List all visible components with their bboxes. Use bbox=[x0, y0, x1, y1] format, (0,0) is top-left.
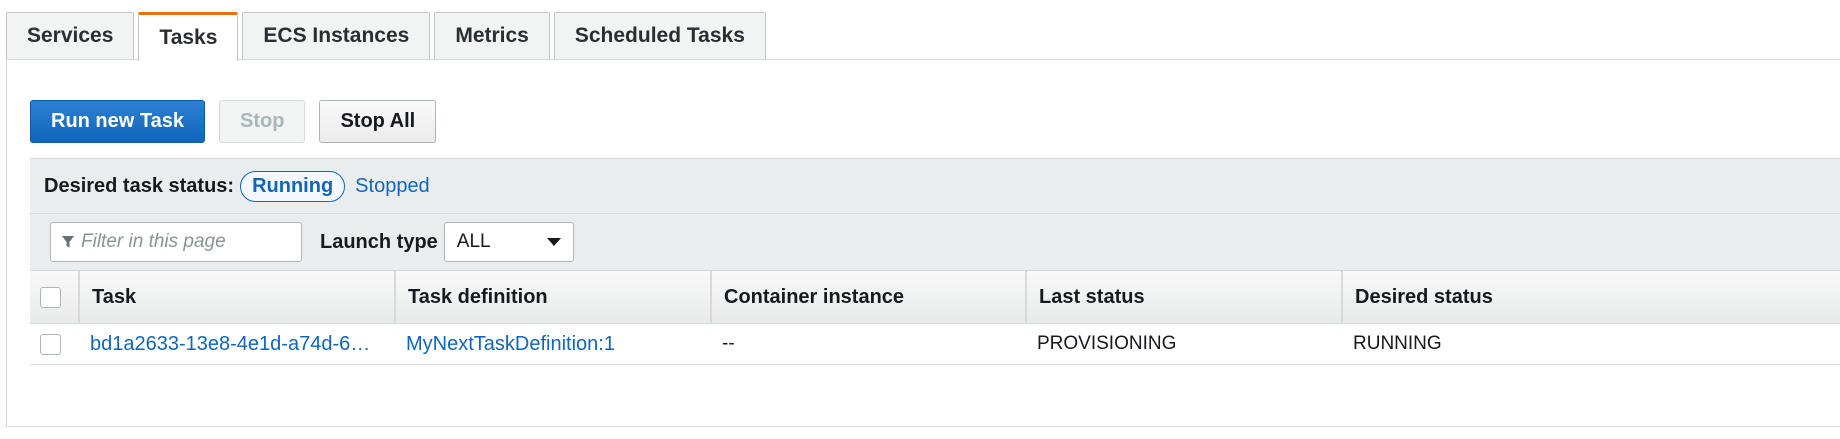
column-header-task[interactable]: Task bbox=[80, 271, 396, 323]
table-row: bd1a2633-13e8-4e1d-a74d-694659… MyNextTa… bbox=[30, 324, 1840, 365]
filter-placeholder: Filter in this page bbox=[81, 231, 226, 252]
tab-ecs-instances[interactable]: ECS Instances bbox=[242, 12, 431, 59]
task-cell: bd1a2633-13e8-4e1d-a74d-694659… bbox=[80, 324, 396, 364]
last-status-cell: PROVISIONING bbox=[1037, 333, 1177, 354]
row-select-cell bbox=[30, 324, 80, 364]
column-header-container-instance[interactable]: Container instance bbox=[712, 271, 1027, 323]
launch-type-label: Launch type bbox=[320, 230, 438, 253]
column-header-last-status[interactable]: Last status bbox=[1027, 271, 1343, 323]
row-checkbox[interactable] bbox=[40, 333, 61, 355]
toolbar: Run new Task Stop Stop All bbox=[30, 100, 450, 143]
task-definition-link[interactable]: MyNextTaskDefinition:1 bbox=[406, 333, 615, 356]
tab-services[interactable]: Services bbox=[6, 12, 135, 59]
task-id-link[interactable]: bd1a2633-13e8-4e1d-a74d-694659… bbox=[90, 333, 380, 356]
filter-bar: Filter in this page Launch type ALL bbox=[30, 214, 1840, 270]
container-instance-cell: -- bbox=[722, 333, 735, 354]
tasks-table: Task Task definition Container instance … bbox=[30, 270, 1840, 365]
tasks-panel: Run new Task Stop Stop All Desired task … bbox=[6, 59, 1840, 427]
column-header-desired-status[interactable]: Desired status bbox=[1343, 271, 1840, 323]
tab-bar: Services Tasks ECS Instances Metrics Sch… bbox=[6, 12, 770, 61]
table-header: Task Task definition Container instance … bbox=[30, 270, 1840, 324]
desired-status-label: Desired task status: bbox=[44, 174, 235, 197]
stopped-filter-link[interactable]: Stopped bbox=[355, 175, 430, 198]
run-new-task-button[interactable]: Run new Task bbox=[30, 100, 205, 143]
stop-all-button[interactable]: Stop All bbox=[319, 100, 437, 143]
task-definition-cell: MyNextTaskDefinition:1 bbox=[396, 324, 712, 364]
desired-status-bar: Desired task status: Running Stopped bbox=[30, 158, 1840, 214]
tab-metrics[interactable]: Metrics bbox=[434, 12, 550, 59]
stop-button[interactable]: Stop bbox=[219, 100, 306, 143]
desired-status-cell: RUNNING bbox=[1353, 333, 1442, 354]
select-all-checkbox[interactable] bbox=[40, 286, 61, 308]
tab-tasks[interactable]: Tasks bbox=[138, 12, 239, 61]
caret-down-icon bbox=[546, 238, 561, 246]
launch-type-select[interactable]: ALL bbox=[443, 222, 574, 262]
tab-scheduled-tasks[interactable]: Scheduled Tasks bbox=[553, 12, 766, 59]
launch-type-value: ALL bbox=[456, 231, 491, 252]
column-header-task-definition[interactable]: Task definition bbox=[396, 271, 712, 323]
running-filter-pill[interactable]: Running bbox=[240, 170, 346, 202]
filter-input[interactable]: Filter in this page bbox=[50, 222, 302, 262]
filter-icon bbox=[62, 236, 74, 248]
select-all-cell bbox=[30, 271, 80, 323]
